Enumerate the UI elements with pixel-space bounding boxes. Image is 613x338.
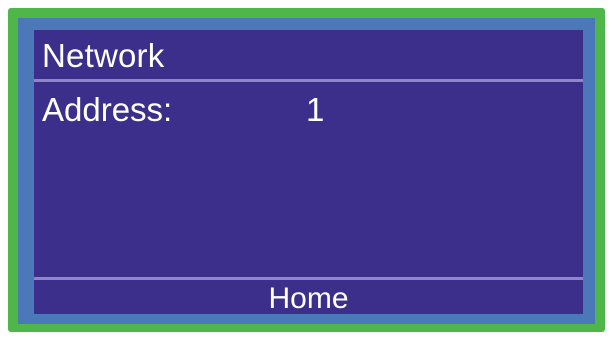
- address-label: Address:: [42, 91, 173, 128]
- page-title: Network: [42, 37, 165, 74]
- softkey-divider: [34, 277, 583, 280]
- home-softkey[interactable]: Home: [34, 281, 583, 315]
- address-value[interactable]: 1: [306, 90, 324, 130]
- title-divider: [34, 79, 583, 82]
- address-row[interactable]: Address: 1: [42, 90, 562, 130]
- lcd-screen: Network Address: 1 Home: [34, 30, 583, 315]
